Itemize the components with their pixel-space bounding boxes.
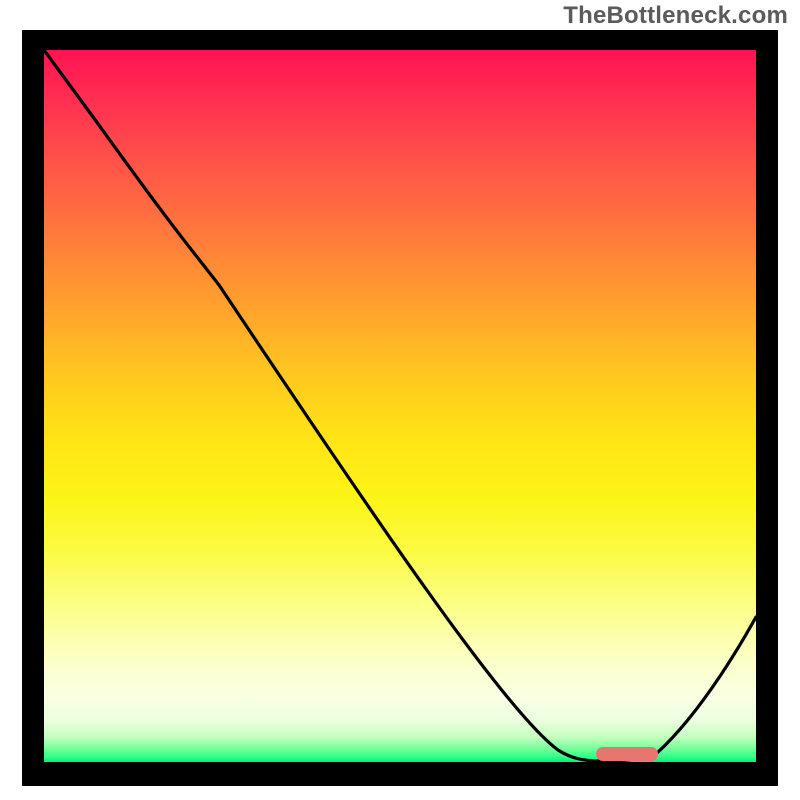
plot-area	[44, 50, 756, 762]
curve-path	[44, 50, 756, 761]
optimum-marker	[596, 747, 658, 761]
watermark-text: TheBottleneck.com	[563, 2, 788, 30]
chart-frame: TheBottleneck.com	[0, 0, 800, 800]
bottleneck-curve	[44, 50, 756, 762]
